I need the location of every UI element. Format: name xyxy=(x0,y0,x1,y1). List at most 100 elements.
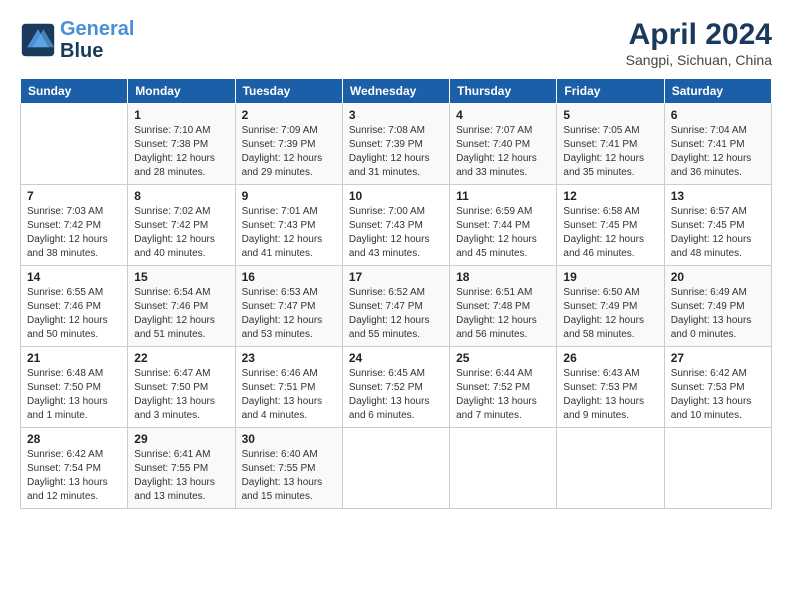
day-number: 21 xyxy=(27,351,121,365)
day-number: 10 xyxy=(349,189,443,203)
calendar-cell: 2 Sunrise: 7:09 AMSunset: 7:39 PMDaylight… xyxy=(235,104,342,185)
calendar-cell: 16Sunrise: 6:53 AMSunset: 7:47 PMDayligh… xyxy=(235,266,342,347)
day-number: 12 xyxy=(563,189,657,203)
calendar-cell: 20 Sunrise: 6:49 AMSunset: 7:49 PMDayligh… xyxy=(664,266,771,347)
day-number: 23 xyxy=(242,351,336,365)
day-number: 19 xyxy=(563,270,657,284)
day-info: Sunrise: 6:53 AMSunset: 7:47 PMDaylight:… xyxy=(242,286,336,342)
day-info: Sunrise: 6:48 AMSunset: 7:50 PMDaylight:… xyxy=(27,367,121,423)
calendar-cell: 18 Sunrise: 6:51 AMSunset: 7:48 PMDayligh… xyxy=(450,266,557,347)
calendar-week-4: 21 Sunrise: 6:48 AMSunset: 7:50 PMDayligh… xyxy=(21,347,772,428)
day-number: 4 xyxy=(456,108,550,122)
day-number: 3 xyxy=(349,108,443,122)
calendar-cell: 11 Sunrise: 6:59 AMSunset: 7:44 PMDayligh… xyxy=(450,185,557,266)
calendar-cell: 10 Sunrise: 7:00 AMSunset: 7:43 PMDayligh… xyxy=(342,185,449,266)
calendar-cell: 22Sunrise: 6:47 AMSunset: 7:50 PMDayligh… xyxy=(128,347,235,428)
calendar-cell: 27 Sunrise: 6:42 AMSunset: 7:53 PMDayligh… xyxy=(664,347,771,428)
calendar-cell: 13 Sunrise: 6:57 AMSunset: 7:45 PMDayligh… xyxy=(664,185,771,266)
calendar-cell: 21 Sunrise: 6:48 AMSunset: 7:50 PMDayligh… xyxy=(21,347,128,428)
day-info: Sunrise: 6:47 AMSunset: 7:50 PMDaylight:… xyxy=(134,367,228,423)
calendar-cell: 9Sunrise: 7:01 AMSunset: 7:43 PMDaylight… xyxy=(235,185,342,266)
day-info: Sunrise: 6:52 AMSunset: 7:47 PMDaylight:… xyxy=(349,286,443,342)
day-info: Sunrise: 6:43 AMSunset: 7:53 PMDaylight:… xyxy=(563,367,657,423)
day-info: Sunrise: 7:03 AMSunset: 7:42 PMDaylight:… xyxy=(27,205,121,261)
day-number: 24 xyxy=(349,351,443,365)
day-number: 18 xyxy=(456,270,550,284)
day-number: 5 xyxy=(563,108,657,122)
calendar-cell: 30 Sunrise: 6:40 AMSunset: 7:55 PMDayligh… xyxy=(235,428,342,509)
day-info: Sunrise: 6:54 AMSunset: 7:46 PMDaylight:… xyxy=(134,286,228,342)
day-info: Sunrise: 6:51 AMSunset: 7:48 PMDaylight:… xyxy=(456,286,550,342)
calendar-cell: 3 Sunrise: 7:08 AMSunset: 7:39 PMDaylight… xyxy=(342,104,449,185)
day-info: Sunrise: 6:46 AMSunset: 7:51 PMDaylight:… xyxy=(242,367,336,423)
calendar-week-3: 14 Sunrise: 6:55 AMSunset: 7:46 PMDayligh… xyxy=(21,266,772,347)
calendar-cell: 28 Sunrise: 6:42 AMSunset: 7:54 PMDayligh… xyxy=(21,428,128,509)
day-number: 14 xyxy=(27,270,121,284)
calendar-cell: 25 Sunrise: 6:44 AMSunset: 7:52 PMDayligh… xyxy=(450,347,557,428)
day-info: Sunrise: 7:08 AMSunset: 7:39 PMDaylight:… xyxy=(349,124,443,180)
day-number: 27 xyxy=(671,351,765,365)
day-number: 9 xyxy=(242,189,336,203)
day-number: 20 xyxy=(671,270,765,284)
calendar-cell xyxy=(557,428,664,509)
day-info: Sunrise: 6:57 AMSunset: 7:45 PMDaylight:… xyxy=(671,205,765,261)
calendar-header-saturday: Saturday xyxy=(664,79,771,104)
calendar-table: SundayMondayTuesdayWednesdayThursdayFrid… xyxy=(20,78,772,509)
calendar-cell: 24Sunrise: 6:45 AMSunset: 7:52 PMDayligh… xyxy=(342,347,449,428)
calendar-week-5: 28 Sunrise: 6:42 AMSunset: 7:54 PMDayligh… xyxy=(21,428,772,509)
day-info: Sunrise: 6:58 AMSunset: 7:45 PMDaylight:… xyxy=(563,205,657,261)
day-info: Sunrise: 6:49 AMSunset: 7:49 PMDaylight:… xyxy=(671,286,765,342)
day-info: Sunrise: 7:09 AMSunset: 7:39 PMDaylight:… xyxy=(242,124,336,180)
day-info: Sunrise: 7:04 AMSunset: 7:41 PMDaylight:… xyxy=(671,124,765,180)
calendar-cell: 15Sunrise: 6:54 AMSunset: 7:46 PMDayligh… xyxy=(128,266,235,347)
calendar-header-thursday: Thursday xyxy=(450,79,557,104)
calendar-cell: 7 Sunrise: 7:03 AMSunset: 7:42 PMDaylight… xyxy=(21,185,128,266)
day-info: Sunrise: 6:41 AMSunset: 7:55 PMDaylight:… xyxy=(134,448,228,504)
calendar-cell: 14 Sunrise: 6:55 AMSunset: 7:46 PMDayligh… xyxy=(21,266,128,347)
calendar-cell xyxy=(664,428,771,509)
day-info: Sunrise: 7:02 AMSunset: 7:42 PMDaylight:… xyxy=(134,205,228,261)
day-number: 28 xyxy=(27,432,121,446)
calendar-cell: 17 Sunrise: 6:52 AMSunset: 7:47 PMDayligh… xyxy=(342,266,449,347)
day-info: Sunrise: 6:44 AMSunset: 7:52 PMDaylight:… xyxy=(456,367,550,423)
calendar-week-2: 7 Sunrise: 7:03 AMSunset: 7:42 PMDaylight… xyxy=(21,185,772,266)
logo-text: General Blue xyxy=(60,18,134,62)
day-number: 11 xyxy=(456,189,550,203)
logo-icon xyxy=(20,22,56,58)
calendar-cell: 4 Sunrise: 7:07 AMSunset: 7:40 PMDaylight… xyxy=(450,104,557,185)
day-number: 17 xyxy=(349,270,443,284)
day-info: Sunrise: 7:00 AMSunset: 7:43 PMDaylight:… xyxy=(349,205,443,261)
calendar-week-1: 1 Sunrise: 7:10 AMSunset: 7:38 PMDaylight… xyxy=(21,104,772,185)
day-info: Sunrise: 6:40 AMSunset: 7:55 PMDaylight:… xyxy=(242,448,336,504)
day-info: Sunrise: 6:55 AMSunset: 7:46 PMDaylight:… xyxy=(27,286,121,342)
logo: General Blue xyxy=(20,18,134,62)
header: General Blue April 2024 Sangpi, Sichuan,… xyxy=(20,18,772,68)
day-number: 13 xyxy=(671,189,765,203)
calendar-cell: 8 Sunrise: 7:02 AMSunset: 7:42 PMDaylight… xyxy=(128,185,235,266)
day-info: Sunrise: 7:10 AMSunset: 7:38 PMDaylight:… xyxy=(134,124,228,180)
day-info: Sunrise: 6:59 AMSunset: 7:44 PMDaylight:… xyxy=(456,205,550,261)
calendar-cell xyxy=(450,428,557,509)
day-number: 7 xyxy=(27,189,121,203)
day-number: 2 xyxy=(242,108,336,122)
calendar-header-row: SundayMondayTuesdayWednesdayThursdayFrid… xyxy=(21,79,772,104)
title-area: April 2024 Sangpi, Sichuan, China xyxy=(626,18,772,68)
day-info: Sunrise: 6:42 AMSunset: 7:53 PMDaylight:… xyxy=(671,367,765,423)
calendar-cell: 1 Sunrise: 7:10 AMSunset: 7:38 PMDaylight… xyxy=(128,104,235,185)
day-number: 26 xyxy=(563,351,657,365)
calendar-cell: 5 Sunrise: 7:05 AMSunset: 7:41 PMDaylight… xyxy=(557,104,664,185)
subtitle: Sangpi, Sichuan, China xyxy=(626,52,772,68)
page: General Blue April 2024 Sangpi, Sichuan,… xyxy=(0,0,792,612)
day-info: Sunrise: 6:42 AMSunset: 7:54 PMDaylight:… xyxy=(27,448,121,504)
day-number: 1 xyxy=(134,108,228,122)
day-number: 8 xyxy=(134,189,228,203)
calendar-cell: 6Sunrise: 7:04 AMSunset: 7:41 PMDaylight… xyxy=(664,104,771,185)
calendar-cell xyxy=(342,428,449,509)
day-info: Sunrise: 6:50 AMSunset: 7:49 PMDaylight:… xyxy=(563,286,657,342)
calendar-cell xyxy=(21,104,128,185)
day-info: Sunrise: 7:05 AMSunset: 7:41 PMDaylight:… xyxy=(563,124,657,180)
day-info: Sunrise: 7:07 AMSunset: 7:40 PMDaylight:… xyxy=(456,124,550,180)
day-number: 25 xyxy=(456,351,550,365)
day-number: 30 xyxy=(242,432,336,446)
main-title: April 2024 xyxy=(626,18,772,52)
